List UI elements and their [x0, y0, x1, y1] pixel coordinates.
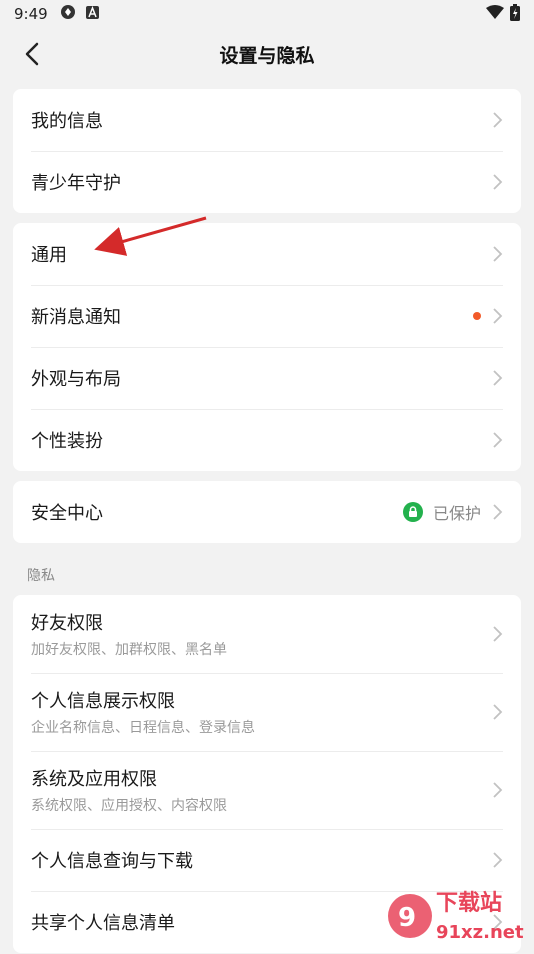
security-status: 已保护 — [402, 500, 503, 524]
notification-item[interactable]: 新消息通知 — [13, 285, 521, 347]
notification-label: 新消息通知 — [31, 307, 121, 328]
chevron-right-icon — [493, 782, 503, 798]
privacy-section-title: 隐私 — [27, 568, 55, 584]
chevron-right-icon — [493, 626, 503, 642]
chevron-right-icon — [493, 432, 503, 448]
chevron-right-icon — [493, 852, 503, 868]
chevron-right-icon — [493, 308, 503, 324]
chevron-right-icon — [493, 246, 503, 262]
system-app-permission-desc: 系统权限、应用授权、内容权限 — [31, 798, 227, 814]
general-label: 通用 — [31, 245, 67, 266]
protected-status: 已保护 — [432, 504, 481, 523]
general-item[interactable]: 通用 — [13, 223, 521, 285]
shared-info-list-label: 共享个人信息清单 — [31, 913, 175, 934]
a-badge-icon — [85, 5, 99, 23]
status-time: 9:49 — [14, 5, 48, 23]
info-display-permission-item[interactable]: 个人信息展示权限 企业名称信息、日程信息、登录信息 — [13, 673, 521, 751]
friend-permission-desc: 加好友权限、加群权限、黑名单 — [31, 642, 227, 658]
system-app-permission-label: 系统及应用权限 — [31, 769, 157, 790]
chevron-right-icon — [493, 370, 503, 386]
info-query-download-item[interactable]: 个人信息查询与下载 — [13, 829, 521, 891]
dressup-label: 个性装扮 — [31, 431, 103, 452]
appearance-label: 外观与布局 — [31, 369, 121, 390]
info-display-permission-desc: 企业名称信息、日程信息、登录信息 — [31, 720, 255, 736]
my-info-item[interactable]: 我的信息 — [13, 89, 521, 151]
friend-permission-item[interactable]: 好友权限 加好友权限、加群权限、黑名单 — [13, 595, 521, 673]
info-query-download-label: 个人信息查询与下载 — [31, 851, 193, 872]
privacy-card: 好友权限 加好友权限、加群权限、黑名单 个人信息展示权限 企业名称信息、日程信息… — [13, 595, 521, 953]
battery-icon — [510, 3, 520, 25]
appearance-item[interactable]: 外观与布局 — [13, 347, 521, 409]
back-icon[interactable] — [18, 40, 46, 68]
app-notification-icon — [60, 4, 76, 24]
chevron-right-icon — [493, 914, 503, 930]
friend-permission-label: 好友权限 — [31, 613, 103, 634]
security-center-label: 安全中心 — [31, 503, 103, 524]
system-app-permission-item[interactable]: 系统及应用权限 系统权限、应用授权、内容权限 — [13, 751, 521, 829]
youth-protection-label: 青少年守护 — [31, 173, 121, 194]
chevron-right-icon — [493, 174, 503, 190]
status-bar: 9:49 — [0, 0, 534, 28]
header: 设置与隐私 — [0, 28, 534, 80]
wifi-icon — [486, 5, 504, 23]
security-card: 安全中心 已保护 — [13, 481, 521, 543]
lock-icon — [402, 502, 423, 522]
youth-protection-item[interactable]: 青少年守护 — [13, 151, 521, 213]
unread-dot — [473, 312, 481, 320]
general-card: 通用 新消息通知 外观与布局 个性装扮 — [13, 223, 521, 471]
chevron-right-icon — [493, 704, 503, 720]
my-info-label: 我的信息 — [31, 111, 103, 132]
notification-right — [473, 306, 503, 326]
account-card: 我的信息 青少年守护 — [13, 89, 521, 213]
page-title: 设置与隐私 — [219, 44, 315, 67]
dressup-item[interactable]: 个性装扮 — [13, 409, 521, 471]
shared-info-list-item[interactable]: 共享个人信息清单 — [13, 891, 521, 953]
chevron-right-icon — [493, 504, 503, 520]
info-display-permission-label: 个人信息展示权限 — [31, 691, 175, 712]
chevron-right-icon — [493, 112, 503, 128]
security-center-item[interactable]: 安全中心 已保护 — [13, 481, 521, 543]
